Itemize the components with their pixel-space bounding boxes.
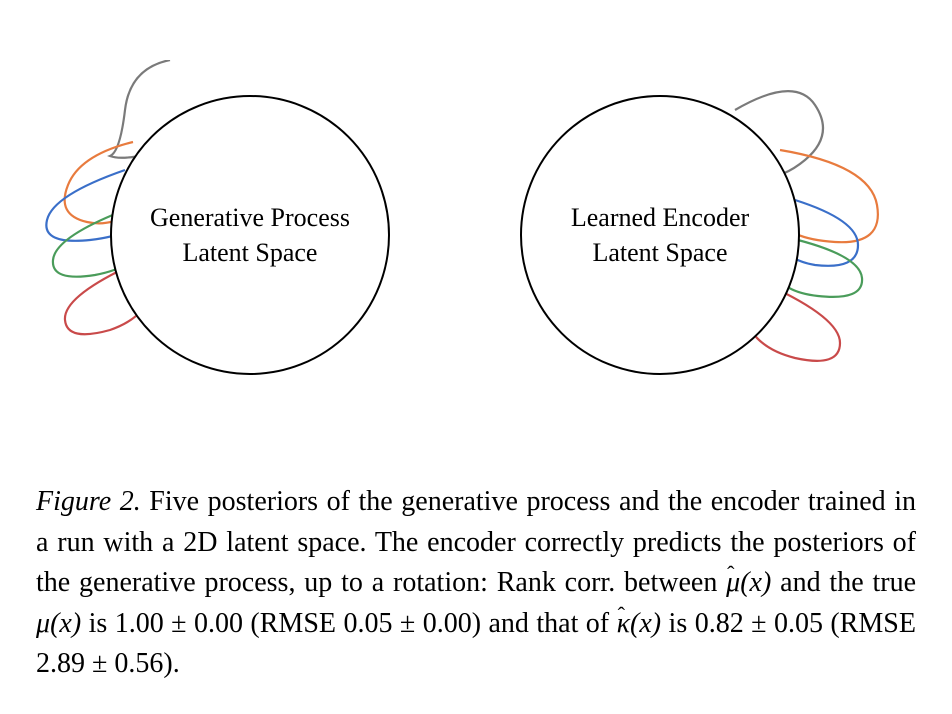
arg-x-3: (x) [630, 608, 661, 639]
value-1: 1.00 ± 0.00 [115, 608, 243, 639]
value-4: 2.89 ± 0.56 [36, 648, 163, 679]
learned-encoder-circle: Learned Encoder Latent Space [520, 95, 800, 375]
arg-x-1: (x) [740, 567, 771, 598]
caption-text-4: (RMSE [243, 608, 343, 639]
caption-text-5: ) and that of [472, 608, 617, 639]
figure-caption: Figure 2. Five posteriors of the generat… [36, 482, 916, 685]
left-label-line1: Generative Process [150, 203, 350, 232]
generative-process-circle: Generative Process Latent Space [110, 95, 390, 375]
value-2: 0.05 ± 0.00 [343, 608, 471, 639]
right-label-line2: Latent Space [593, 238, 728, 267]
mu-hat-symbol: μ [726, 567, 740, 598]
kappa-hat-symbol: κ [617, 608, 630, 639]
right-label-line1: Learned Encoder [571, 203, 749, 232]
caption-text-6: is [661, 608, 695, 639]
value-3: 0.82 ± 0.05 [695, 608, 823, 639]
left-circle-label: Generative Process Latent Space [150, 200, 350, 270]
figure-illustration: Generative Process Latent Space Learned … [30, 45, 922, 415]
caption-text-3: is [81, 608, 115, 639]
caption-text-8: ). [163, 648, 179, 679]
mu-symbol: μ [36, 608, 50, 639]
figure-number-label: Figure 2. [36, 486, 141, 517]
right-circle-label: Learned Encoder Latent Space [571, 200, 749, 270]
arg-x-2: (x) [50, 608, 81, 639]
right-circle-group: Learned Encoder Latent Space [520, 95, 800, 375]
left-circle-group: Generative Process Latent Space [110, 95, 390, 375]
caption-text-7: (RMSE [823, 608, 916, 639]
caption-text-2: and the true [771, 567, 916, 598]
left-label-line2: Latent Space [182, 238, 317, 267]
